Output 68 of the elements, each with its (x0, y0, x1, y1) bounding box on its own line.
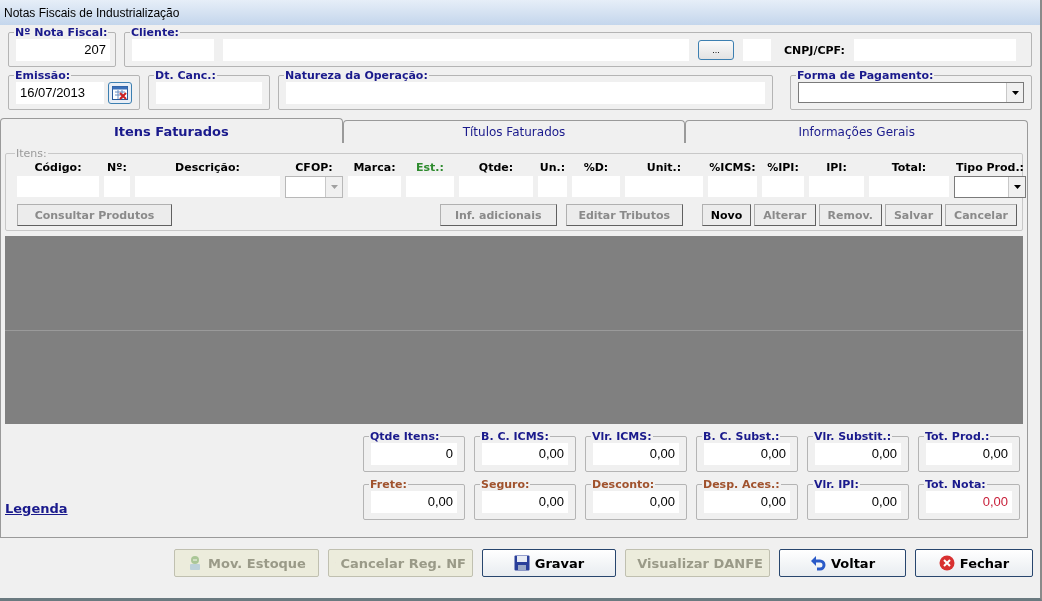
input-field[interactable]: 0,00 (926, 491, 1012, 513)
undo-icon (809, 555, 826, 571)
input-field[interactable]: 0,00 (593, 443, 679, 465)
group-label: Natureza da Operação: (284, 69, 429, 82)
input-field[interactable]: 0,00 (371, 491, 457, 513)
column-label: CFOP: (295, 160, 333, 176)
calendar-button[interactable] (108, 82, 132, 104)
input-field[interactable]: 0,00 (482, 443, 568, 465)
input-field[interactable]: 0,00 (482, 491, 568, 513)
total-label: Vlr. Substit.: (813, 430, 893, 443)
column-label: Un.: (539, 160, 566, 176)
group-label: Dt. Canc.: (154, 69, 217, 82)
column-label: IPI: (826, 160, 847, 176)
total-label: Qtde Itens: (369, 430, 441, 443)
total-label: Frete: (369, 478, 408, 491)
column-label: Marca: (353, 160, 396, 176)
footer-button[interactable]: Voltar (779, 549, 906, 577)
field-label: CNPJ/CPF: (784, 43, 845, 57)
column-label: Qtde: (478, 160, 514, 176)
dropdown[interactable] (798, 82, 1024, 103)
input-field[interactable]: 0,00 (926, 443, 1012, 465)
group-label: Nº Nota Fiscal: (14, 26, 109, 39)
legend-link[interactable]: Legenda (5, 501, 68, 516)
total-label: Desconto: (591, 478, 656, 491)
column-label: Tipo Prod.: (956, 160, 1024, 176)
column-label: Unit.: (646, 160, 682, 176)
total-label: Desp. Aces.: (702, 478, 781, 491)
caret-icon (330, 185, 338, 189)
input-field[interactable]: 16/07/2013 (16, 82, 105, 104)
calendar-icon (112, 86, 129, 100)
tab[interactable]: Títulos Faturados (342, 120, 686, 143)
column-label: Descrição: (175, 160, 240, 176)
input-field[interactable]: 0,00 (593, 491, 679, 513)
total-label: Vlr. IPI: (813, 478, 860, 491)
column-label: %ICMS: (709, 160, 756, 176)
column-label: Nº: (107, 160, 127, 176)
caret-icon (1013, 185, 1021, 189)
total-label: Vlr. ICMS: (591, 430, 653, 443)
column-label: Código: (34, 160, 82, 176)
total-label: B. C. Subst.: (702, 430, 781, 443)
lookup-button[interactable]: ... (698, 40, 734, 60)
input-field[interactable]: 207 (16, 39, 110, 61)
window-title: Notas Fiscais de Industrialização (4, 5, 180, 20)
footer-button[interactable]: Gravar (482, 549, 616, 577)
caret-icon (1011, 90, 1019, 95)
group-label: Emissão: (14, 69, 72, 82)
input-field[interactable]: 0,00 (704, 443, 790, 465)
group-label: Forma de Pagamento: (796, 69, 935, 82)
column-label: %IPI: (767, 160, 799, 176)
input-field[interactable]: 0,00 (815, 491, 901, 513)
total-label: Tot. Prod.: (924, 430, 991, 443)
column-label: %D: (583, 160, 609, 176)
dropdown[interactable] (954, 176, 1026, 198)
input-field[interactable]: 0,00 (815, 443, 901, 465)
input-field[interactable]: 0 (371, 443, 457, 465)
input-field[interactable]: 0,00 (704, 491, 790, 513)
toolbar-button[interactable]: Novo (701, 204, 752, 226)
close-icon (938, 555, 955, 571)
group-label: Cliente: (130, 26, 181, 39)
tab[interactable]: Informações Gerais (685, 120, 1028, 143)
total-label: Tot. Nota: (924, 478, 987, 491)
column-label: Total: (891, 160, 927, 176)
column-label: Est.: (416, 160, 444, 176)
total-label: Seguro: (480, 478, 531, 491)
group-label: Itens: (15, 147, 48, 160)
total-label: B. C. ICMS: (480, 430, 550, 443)
footer-button[interactable]: Fechar (915, 549, 1033, 577)
tab[interactable]: Itens Faturados (0, 118, 343, 143)
